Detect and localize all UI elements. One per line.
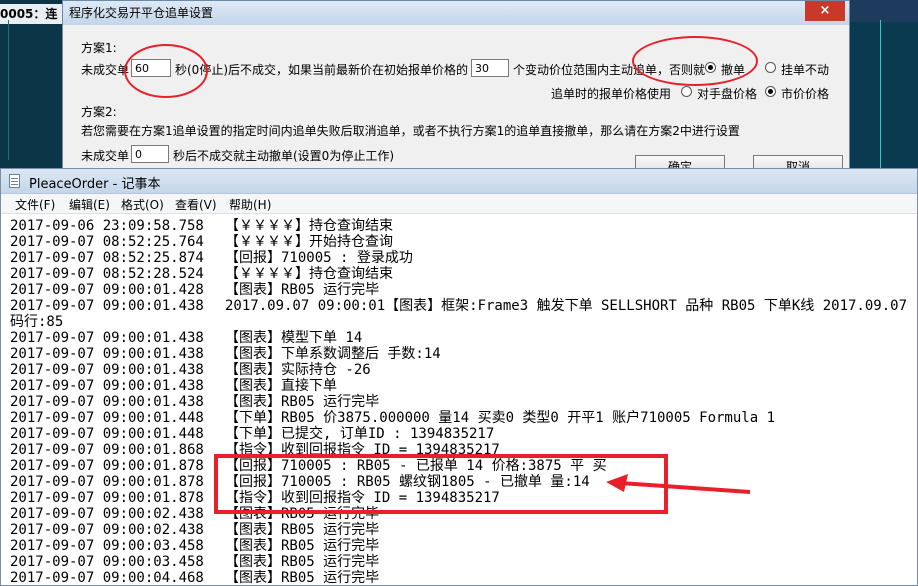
background-chart-line (8, 20, 9, 160)
log-line: 2017-09-07 09:00:01.438 【图表】模型下单 14 (10, 330, 363, 346)
notepad-title: PleaceOrder - 记事本 (29, 177, 161, 192)
background-right-panel (850, 0, 918, 170)
menu-view[interactable]: 查看(V) (175, 196, 217, 213)
hold-order-label: 挂单不动 (781, 63, 830, 77)
chase-price-label: 追单时的报单价格使用 (551, 87, 672, 101)
dialog-titlebar: 程序化交易开平仓追单设置 × (63, 1, 849, 25)
background-right-titlebar (850, 0, 918, 22)
plan2-label: 方案2: (81, 105, 117, 119)
plan2-description: 若您需要在方案1追单设置的指定时间内追单失败后取消追单，或者不执行方案1的追单直… (81, 124, 740, 138)
menu-help[interactable]: 帮助(H) (229, 196, 271, 213)
background-chart-line (880, 20, 881, 170)
annotation-ellipse-seconds (124, 44, 208, 98)
annotation-ellipse-cancel (632, 36, 758, 86)
ticks-input[interactable]: 30 (471, 59, 509, 77)
plan2-unfilled-label: 未成交单 (81, 149, 130, 163)
annotation-arrow (606, 474, 751, 494)
log-line: 2017-09-07 09:00:01.448 【下单】已提交, 订单ID : 1… (10, 426, 495, 442)
log-line: 2017-09-07 09:00:01.868 【指令】收到回报指令 ID = 1… (10, 442, 500, 458)
log-line: 2017-09-07 09:00:01.438 【图表】RB05 运行完毕 (10, 394, 380, 410)
notepad-titlebar: PleaceOrder - 记事本 (1, 169, 917, 194)
unfilled-label: 未成交单 (81, 63, 130, 77)
log-line: 2017-09-07 09:00:04.468 【图表】RB05 运行完毕 (10, 570, 380, 585)
market-price-radio[interactable] (765, 86, 776, 97)
log-line: 2017-09-07 08:52:28.524 【￥￥￥￥】持仓查询结束 (10, 266, 393, 282)
log-line: 2017-09-07 08:52:25.764 【￥￥￥￥】开始持仓查询 (10, 234, 393, 250)
log-line: 2017-09-07 09:00:01.438 【图表】直接下单 (10, 378, 337, 394)
plan1-label: 方案1: (81, 41, 117, 55)
log-line: 2017-09-07 09:00:03.458 【图表】RB05 运行完毕 (10, 554, 380, 570)
background-window-title: 0005：连 (0, 4, 62, 24)
notepad-menubar: 文件(F) 编辑(E) 格式(O) 查看(V) 帮助(H) (1, 194, 917, 214)
log-line: 2017-09-07 09:00:01.438 【图表】下单系数调整后 手数:14 (10, 346, 441, 362)
log-line: 2017-09-07 09:00:01.438 2017.09.07 09:00:… (10, 298, 908, 314)
menu-edit[interactable]: 编辑(E) (69, 196, 110, 213)
notepad-text-area[interactable]: 2017-09-06 23:09:58.758 【￥￥￥￥】持仓查询结束 2017… (10, 215, 915, 585)
seconds-suffix: 秒(0停止)后不成交，如果当前最新价在初始报单价格的 (175, 63, 469, 77)
log-line: 2017-09-07 08:52:25.874 【回报】710005 : 登录成功 (10, 250, 413, 266)
log-line: 2017-09-07 09:00:03.458 【图表】RB05 运行完毕 (10, 538, 380, 554)
dialog-title: 程序化交易开平仓追单设置 (69, 6, 214, 20)
log-line: 码行:85 (10, 314, 64, 330)
log-line: 2017-09-06 23:09:58.758 【￥￥￥￥】持仓查询结束 (10, 218, 393, 234)
menu-format[interactable]: 格式(O) (121, 196, 164, 213)
hold-order-radio[interactable] (765, 62, 776, 73)
log-line: 2017-09-07 09:00:01.438 【图表】实际持仓 -26 (10, 362, 371, 378)
notepad-icon (9, 174, 20, 188)
counter-price-radio[interactable] (681, 86, 692, 97)
log-line: 2017-09-07 09:00:02.438 【图表】RB05 运行完毕 (10, 522, 380, 538)
close-button[interactable]: × (805, 1, 845, 21)
plan2-seconds-input[interactable]: 0 (131, 145, 169, 163)
log-line: 2017-09-07 09:00:01.428 【图表】RB05 运行完毕 (10, 282, 380, 298)
menu-file[interactable]: 文件(F) (15, 196, 55, 213)
market-price-label: 市价价格 (781, 87, 830, 101)
plan2-suffix: 秒后不成交就主动撤单(设置0为停止工作) (173, 149, 394, 163)
notepad-window: PleaceOrder - 记事本 文件(F) 编辑(E) 格式(O) 查看(V… (0, 168, 918, 586)
log-line: 2017-09-07 09:00:01.448 【下单】RB05 价3875.00… (10, 410, 776, 426)
counter-price-label: 对手盘价格 (697, 87, 758, 101)
